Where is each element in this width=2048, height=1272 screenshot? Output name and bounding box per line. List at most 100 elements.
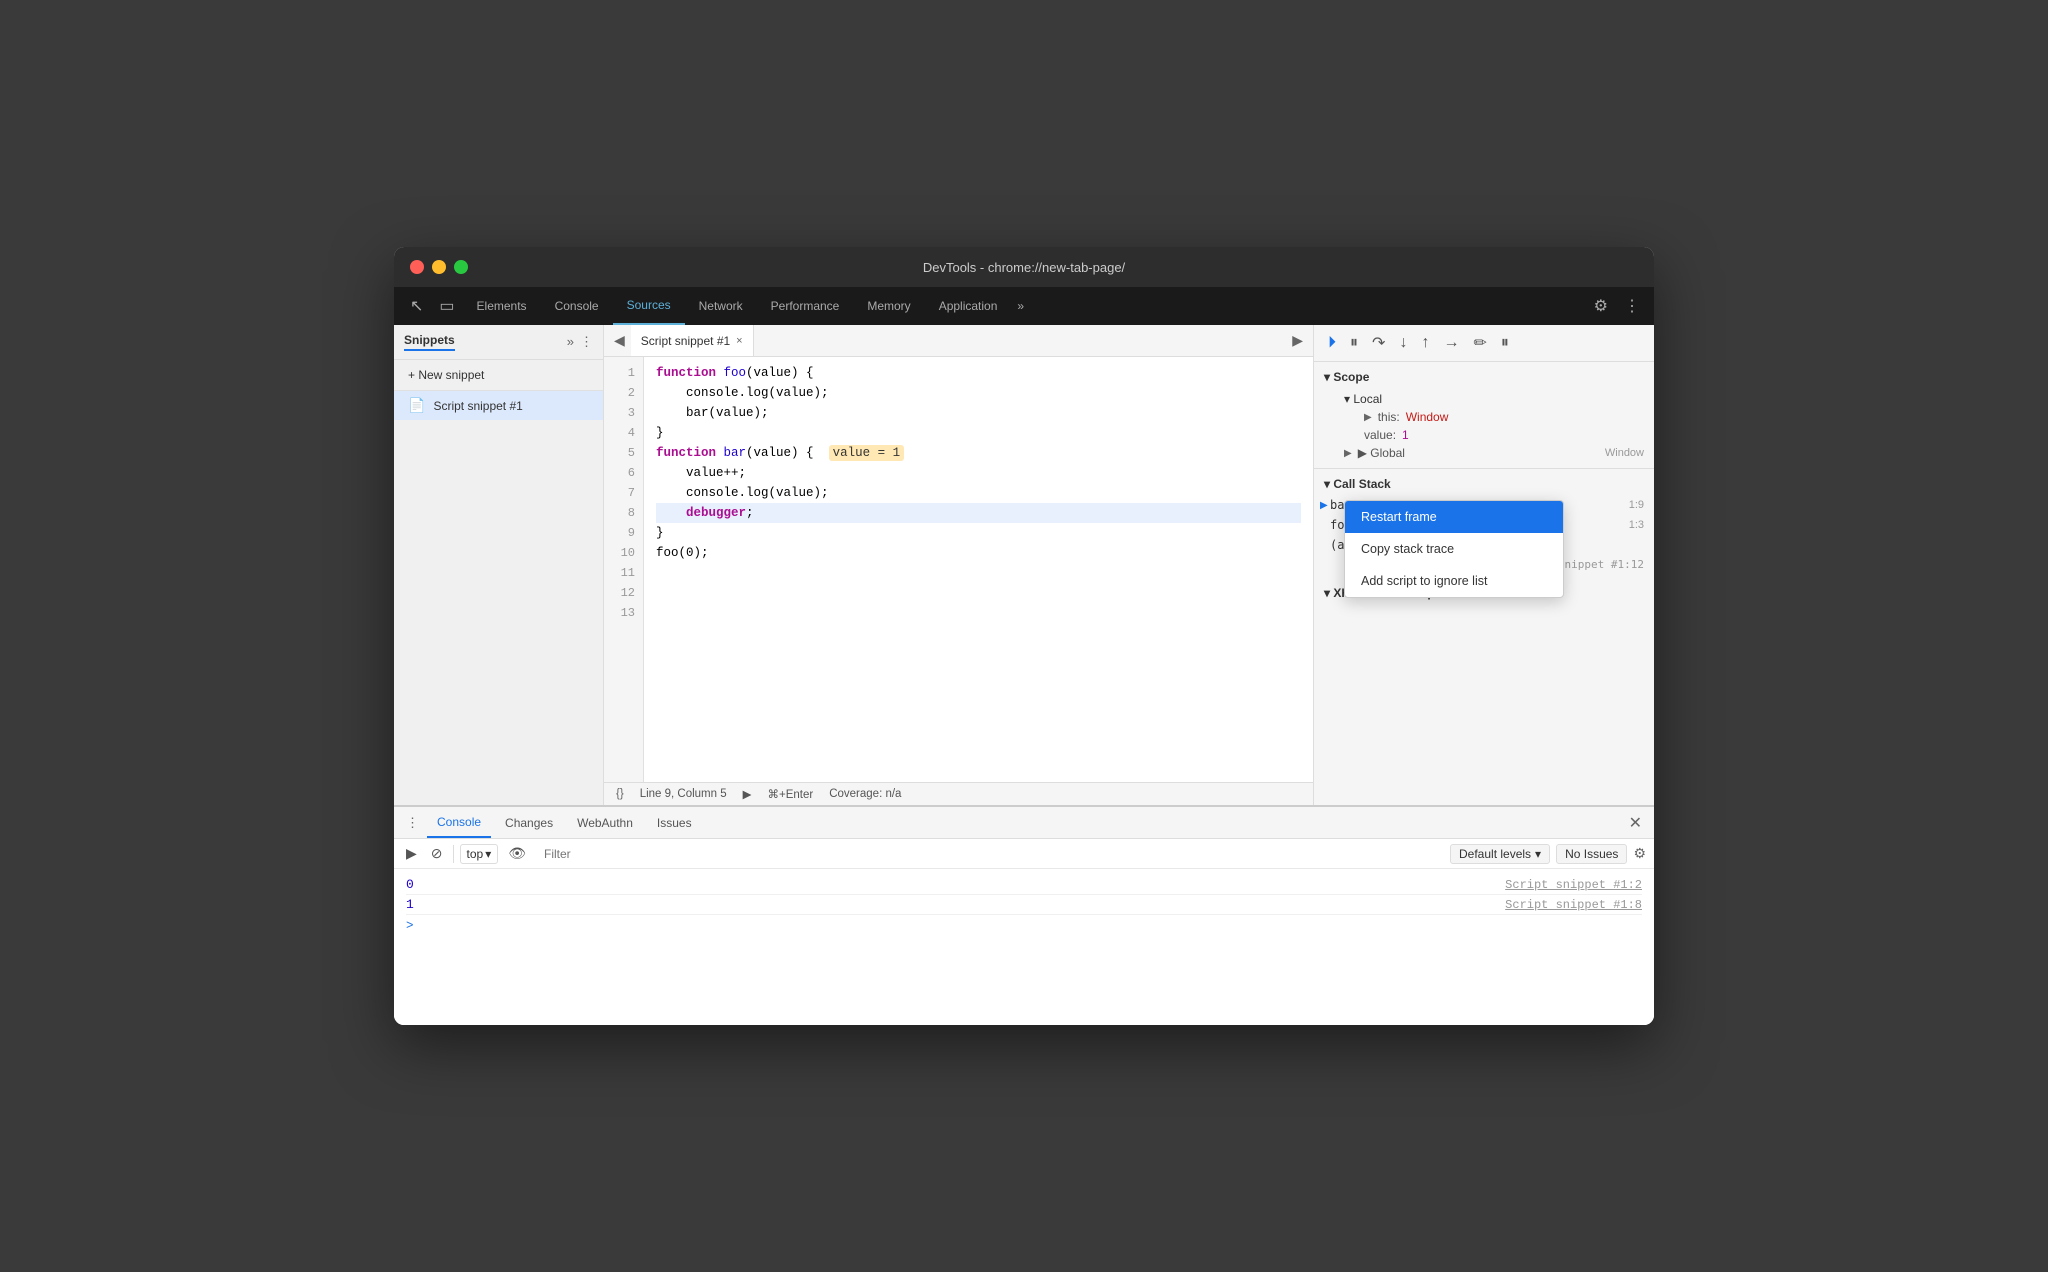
sidebar-more-icon[interactable]: » (567, 334, 574, 350)
code-line-6: function bar(value) { value = 1 (656, 443, 1301, 463)
log-source-0[interactable]: Script snippet #1:2 (1505, 878, 1642, 892)
step-button[interactable]: → (1439, 332, 1463, 354)
run-icon: ▶ (743, 787, 752, 801)
scope-header[interactable]: ▾ Scope (1314, 366, 1654, 388)
console-prompt[interactable]: > (406, 915, 1642, 937)
step-into-button[interactable]: ↓ (1395, 332, 1411, 354)
more-tabs-icon[interactable]: » (1011, 299, 1030, 313)
resume-button[interactable]: ⏵ (1324, 332, 1340, 354)
tab-network[interactable]: Network (685, 287, 757, 325)
console-tab-console[interactable]: Console (427, 807, 491, 838)
console-eye-icon[interactable]: 👁 (504, 843, 530, 864)
close-button[interactable] (410, 260, 424, 274)
value-highlight: value = 1 (829, 445, 905, 461)
settings-icon[interactable]: ⚙ (1588, 296, 1614, 316)
console-filter-input[interactable] (536, 845, 1444, 863)
console-area: ⋮ Console Changes WebAuthn Issues ✕ ▶ ⊘ … (394, 805, 1654, 1025)
context-menu-add-to-ignore[interactable]: Add script to ignore list (1345, 565, 1563, 597)
snippet-name: Script snippet #1 (433, 399, 522, 413)
this-item[interactable]: ▶ this: Window (1334, 408, 1654, 426)
editor-tab-close-icon[interactable]: × (736, 335, 742, 347)
console-tab-changes[interactable]: Changes (495, 807, 563, 838)
local-header[interactable]: ▾ Local (1334, 390, 1654, 408)
editor-back-icon[interactable]: ◀ (608, 332, 631, 349)
console-tab-issues[interactable]: Issues (647, 807, 702, 838)
call-stack-header[interactable]: ▾ Call Stack (1314, 473, 1654, 495)
console-context-label: top (467, 847, 484, 861)
context-chevron-icon: ▾ (485, 847, 491, 861)
this-value: Window (1406, 410, 1449, 424)
console-output: 0 Script snippet #1:2 1 Script snippet #… (394, 869, 1654, 1025)
global-item[interactable]: ▶ ▶ Global Window (1334, 444, 1654, 462)
levels-chevron-icon: ▾ (1535, 847, 1541, 861)
devtools-window: DevTools - chrome://new-tab-page/ ↖ ▭ El… (394, 247, 1654, 1025)
sidebar-title: Snippets (404, 333, 567, 351)
new-snippet-button[interactable]: + New snippet (394, 360, 603, 391)
console-context-selector[interactable]: top ▾ (460, 844, 499, 864)
code-content[interactable]: function foo(value) { console.log(value)… (644, 357, 1313, 782)
console-settings-icon[interactable]: ⚙ (1633, 845, 1646, 862)
call-stack-label: ▾ Call Stack (1324, 477, 1391, 491)
value-item: value: 1 (1334, 426, 1654, 444)
console-close-button[interactable]: ✕ (1625, 813, 1646, 833)
code-line-8: console.log(value); (656, 483, 1301, 503)
window-title: DevTools - chrome://new-tab-page/ (923, 260, 1125, 275)
levels-label: Default levels (1459, 847, 1531, 861)
tab-application[interactable]: Application (925, 287, 1012, 325)
prompt-symbol: > (406, 919, 414, 933)
sidebar-menu-icon[interactable]: ⋮ (580, 334, 593, 350)
context-menu-copy-stack-trace[interactable]: Copy stack trace (1345, 533, 1563, 565)
editor-tab-script1[interactable]: Script snippet #1 × (631, 325, 754, 356)
tab-performance[interactable]: Performance (757, 287, 854, 325)
code-line-4: } (656, 423, 1301, 443)
maximize-button[interactable] (454, 260, 468, 274)
code-editor: 1 2 3 4 5 6 7 8 9 10 11 12 13 function f… (604, 357, 1313, 782)
code-line-12: foo(0); (656, 543, 1301, 563)
more-options-icon[interactable]: ⋮ (1618, 296, 1646, 316)
step-over-button[interactable]: ↷ (1368, 331, 1389, 355)
pause-button[interactable]: ⏸ (1346, 332, 1362, 354)
value-val: 1 (1402, 428, 1409, 442)
scope-content: ▾ Local ▶ this: Window value: 1 ▶ ▶ Glob… (1314, 388, 1654, 464)
console-tab-webauthn[interactable]: WebAuthn (567, 807, 643, 838)
editor-tab-name: Script snippet #1 (641, 334, 730, 348)
editor-tab-bar: ◀ Script snippet #1 × ▶ (604, 325, 1313, 357)
format-icon[interactable]: {} (616, 788, 624, 800)
toolbar-divider (453, 845, 454, 863)
status-bar: {} Line 9, Column 5 ▶ ⌘+Enter Coverage: … (604, 782, 1313, 805)
console-levels-selector[interactable]: Default levels ▾ (1450, 844, 1550, 864)
code-line-10: } (656, 523, 1301, 543)
snippet-item[interactable]: 📄 Script snippet #1 (394, 391, 603, 420)
global-val: Window (1605, 447, 1644, 459)
sidebar: Snippets » ⋮ + New snippet 📄 Script snip… (394, 325, 604, 805)
console-menu-icon[interactable]: ⋮ (402, 815, 423, 831)
editor-run-button[interactable]: ▶ (1286, 332, 1309, 349)
tab-sources[interactable]: Sources (613, 287, 685, 325)
code-line-3: bar(value); (656, 403, 1301, 423)
console-toolbar: ▶ ⊘ top ▾ 👁 Default levels ▾ No Issues ⚙ (394, 839, 1654, 869)
coverage-label: Coverage: n/a (829, 788, 901, 800)
tab-elements[interactable]: Elements (463, 287, 541, 325)
cursor-icon[interactable]: ↖ (402, 296, 431, 316)
console-block-icon[interactable]: ⊘ (427, 843, 447, 864)
frame-loc-bar: 1:9 (1629, 499, 1644, 511)
code-line-1: function foo(value) { (656, 363, 1301, 383)
deactivate-breakpoints-button[interactable]: ✏ (1469, 331, 1490, 355)
console-execute-icon[interactable]: ▶ (402, 843, 421, 864)
log-source-1[interactable]: Script snippet #1:8 (1505, 898, 1642, 912)
console-issues-button[interactable]: No Issues (1556, 844, 1627, 864)
value-key: value: (1364, 428, 1396, 442)
window-controls (410, 260, 468, 274)
minimize-button[interactable] (432, 260, 446, 274)
log-value-0: 0 (406, 877, 1505, 892)
pause-on-exceptions-button[interactable]: ⏸ (1497, 332, 1513, 354)
step-out-button[interactable]: ↑ (1417, 332, 1433, 354)
sidebar-header: Snippets » ⋮ (394, 325, 603, 360)
this-key: this: (1378, 410, 1400, 424)
device-icon[interactable]: ▭ (431, 296, 462, 316)
run-shortcut: ⌘+Enter (768, 787, 814, 801)
tab-memory[interactable]: Memory (853, 287, 924, 325)
tab-console[interactable]: Console (541, 287, 613, 325)
context-menu-restart-frame[interactable]: Restart frame (1345, 501, 1563, 533)
console-log-0: 0 Script snippet #1:2 (406, 875, 1642, 895)
